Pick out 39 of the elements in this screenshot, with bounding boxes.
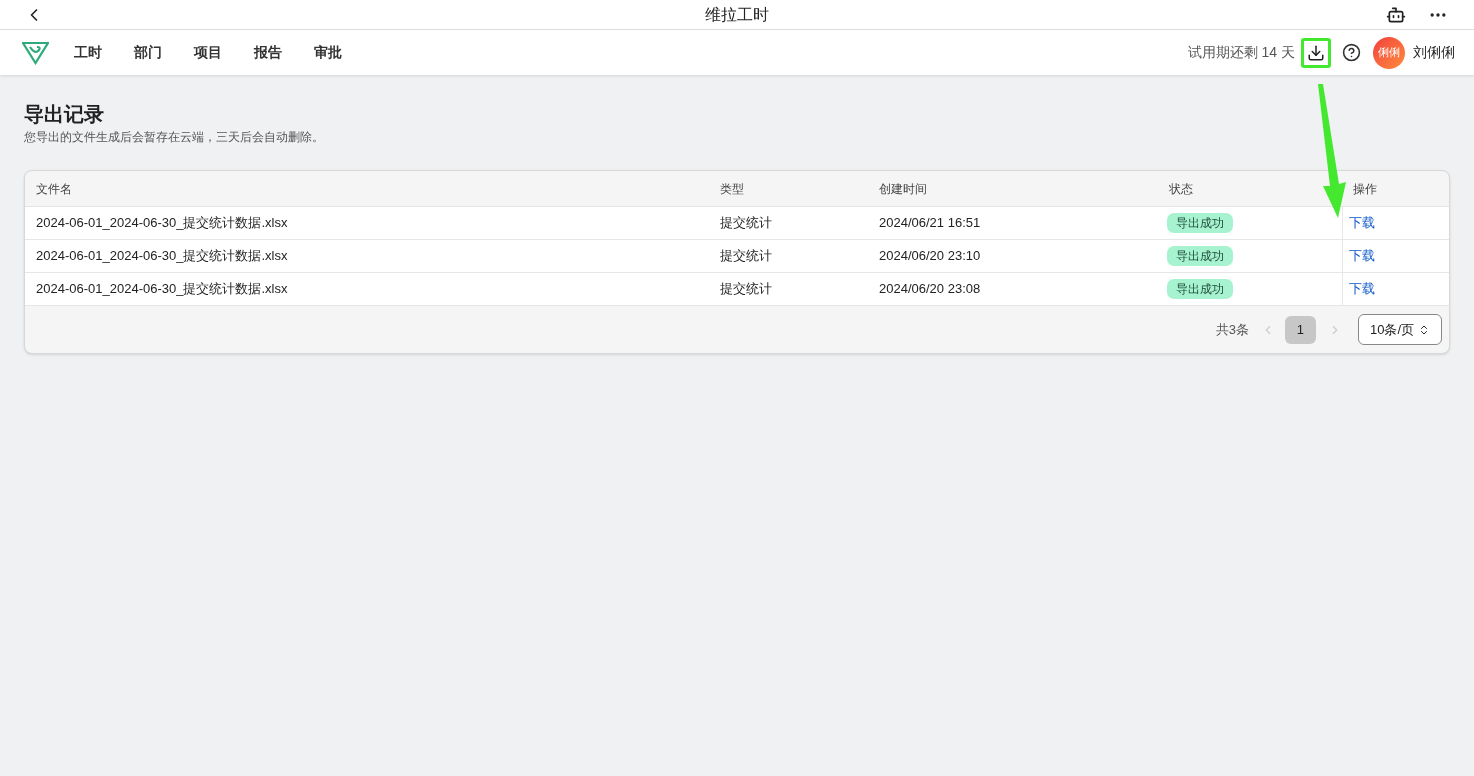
nav-tab[interactable]: 报告	[254, 42, 282, 63]
download-button[interactable]	[1301, 37, 1331, 68]
status-badge: 导出成功	[1167, 246, 1233, 266]
download-link[interactable]: 下载	[1349, 279, 1375, 299]
page-title: 导出记录	[24, 102, 105, 127]
user-name: 刘俐俐	[1413, 43, 1455, 62]
type-cell-text: 提交统计	[720, 214, 772, 233]
nav-tab[interactable]: 项目	[194, 42, 222, 63]
nav-tab[interactable]: 部门	[134, 42, 162, 63]
nav-tab[interactable]: 工时	[74, 42, 102, 63]
page-number[interactable]: 1	[1284, 315, 1316, 344]
column-header: 状态	[1169, 180, 1193, 198]
column-header: 文件名	[36, 180, 72, 198]
file-name: 2024-06-01_2024-06-30_提交统计数据.xlsx	[36, 214, 288, 233]
status-badge: 导出成功	[1167, 279, 1233, 299]
total-count: 共3条	[1215, 320, 1249, 339]
download-link[interactable]: 下载	[1349, 246, 1375, 266]
window-title: 维拉工时	[705, 4, 769, 25]
download-icon	[1307, 43, 1325, 62]
status-badge: 导出成功	[1167, 213, 1233, 233]
logo-icon	[22, 40, 49, 65]
created-time: 2024/06/20 23:10	[879, 247, 981, 266]
created-time: 2024/06/20 23:08	[879, 280, 981, 299]
help-icon[interactable]	[1342, 43, 1361, 62]
file-name: 2024-06-01_2024-06-30_提交统计数据.xlsx	[36, 280, 288, 299]
type-cell-text: 提交统计	[720, 280, 772, 299]
page-subtitle: 您导出的文件生成后会暂存在云端，三天后会自动删除。	[24, 129, 325, 146]
download-link[interactable]: 下载	[1349, 213, 1375, 233]
created-time: 2024/06/21 16:51	[879, 214, 981, 233]
column-header: 操作	[1353, 180, 1377, 198]
up-down-icon	[1418, 323, 1430, 336]
page-size-label: 10条/页	[1369, 320, 1414, 339]
file-name: 2024-06-01_2024-06-30_提交统计数据.xlsx	[36, 247, 288, 266]
column-header: 创建时间	[879, 180, 927, 198]
nav-tab[interactable]: 审批	[314, 42, 342, 63]
trial-notice: 试用期还剩 14 天	[1187, 43, 1295, 62]
column-header: 类型	[720, 180, 744, 198]
type-cell-text: 提交统计	[720, 247, 772, 266]
page-size-select[interactable]: 10条/页	[1357, 314, 1442, 345]
